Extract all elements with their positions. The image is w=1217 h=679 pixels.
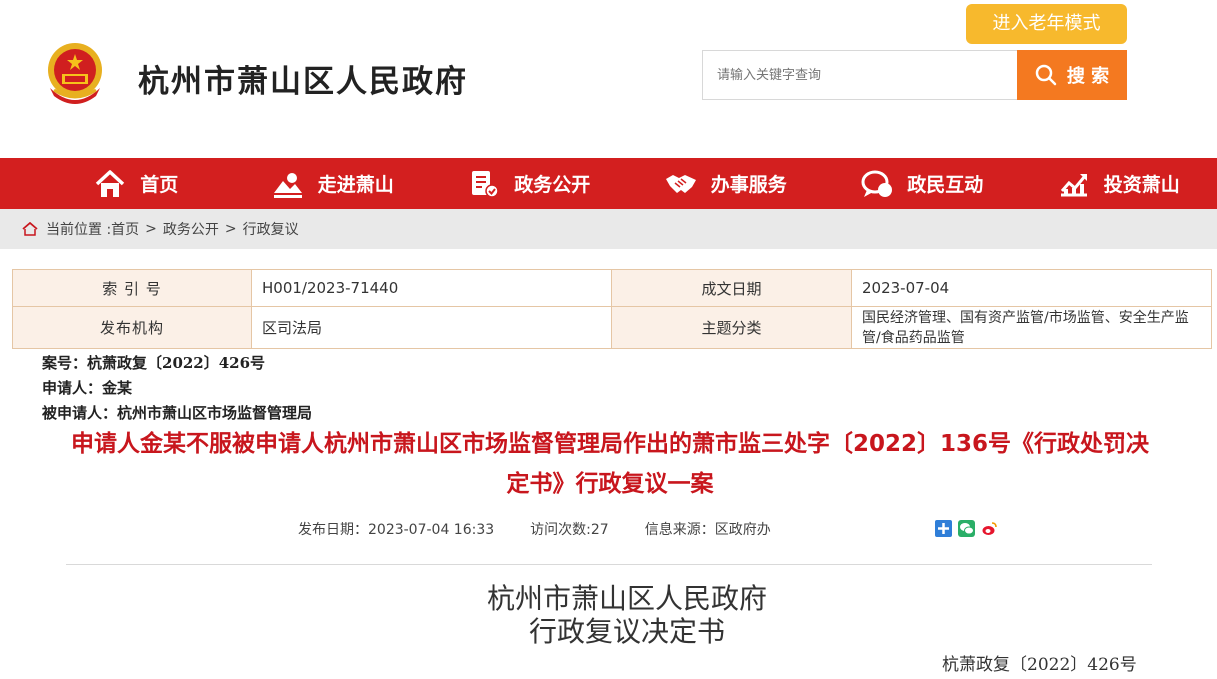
index-label: 索 引 号 bbox=[12, 269, 252, 307]
topic-value: 国民经济管理、国有资产监管/市场监管、安全生产监管/食品药品监管 bbox=[851, 306, 1212, 349]
share-buttons bbox=[935, 520, 998, 537]
weibo-icon[interactable] bbox=[981, 520, 998, 537]
share-more-icon[interactable] bbox=[935, 520, 952, 537]
document-title: 行政复议决定书 bbox=[528, 615, 725, 648]
nav-item-services[interactable]: 办事服务 bbox=[628, 158, 825, 209]
document-check-icon bbox=[472, 170, 499, 198]
breadcrumb-item-gov-info[interactable]: 政务公开 bbox=[163, 219, 219, 239]
case-applicant: 申请人：金某 bbox=[42, 379, 133, 397]
document-heading: 杭州市萧山区人民政府 行政复议决定书 bbox=[300, 582, 954, 648]
publish-info: 发布日期：2023-07-04 16:33 访问次数:27 信息来源：区政府办 bbox=[298, 519, 771, 539]
home-icon bbox=[22, 222, 38, 236]
elder-mode-button[interactable]: 进入老年模式 bbox=[966, 4, 1127, 44]
breadcrumb-item-review[interactable]: 行政复议 bbox=[243, 219, 299, 239]
nav-item-label: 办事服务 bbox=[710, 174, 787, 196]
nav-item-gov-info[interactable]: 政务公开 bbox=[431, 158, 628, 209]
national-emblem-icon bbox=[48, 43, 102, 104]
article-title: 申请人金某不服被申请人杭州市萧山区市场监督管理局作出的萧市监三处字〔2022〕1… bbox=[70, 431, 1150, 497]
site-header: 杭州市萧山区人民政府 进入老年模式 搜 索 bbox=[0, 0, 1217, 158]
wechat-icon[interactable] bbox=[958, 520, 975, 537]
chart-icon bbox=[1060, 173, 1087, 196]
date-label: 成文日期 bbox=[611, 269, 852, 307]
nav-item-label: 政务公开 bbox=[514, 174, 591, 196]
search-input[interactable] bbox=[703, 51, 1018, 99]
topic-label: 主题分类 bbox=[611, 306, 852, 349]
main-nav: 首页 走进萧山 政务公开 办事服务 政民互动 投资萧山 bbox=[0, 158, 1217, 209]
search-button-label: 搜 索 bbox=[1066, 66, 1110, 87]
case-number: 案号：杭萧政复〔2022〕426号 bbox=[42, 354, 266, 372]
case-info: 案号：杭萧政复〔2022〕426号 申请人：金某 被申请人：杭州市萧山区市场监督… bbox=[42, 351, 312, 426]
table-row: 索 引 号 H001/2023-71440 成文日期 2023-07-04 bbox=[12, 269, 1212, 307]
table-row: 发布机构 区司法局 主题分类 国民经济管理、国有资产监管/市场监管、安全生产监管… bbox=[12, 306, 1212, 349]
chat-icon bbox=[861, 170, 893, 197]
nav-item-invest[interactable]: 投资萧山 bbox=[1021, 158, 1217, 209]
nav-item-label: 政民互动 bbox=[907, 174, 984, 196]
breadcrumb-item-home[interactable]: 首页 bbox=[111, 219, 139, 239]
breadcrumb-separator: > bbox=[145, 221, 157, 237]
breadcrumb: 当前位置 : 首页 > 政务公开 > 行政复议 bbox=[0, 209, 1217, 249]
nav-item-home[interactable]: 首页 bbox=[38, 158, 235, 209]
home-icon bbox=[96, 169, 125, 197]
nav-item-label: 投资萧山 bbox=[1103, 174, 1180, 196]
date-value: 2023-07-04 bbox=[851, 269, 1212, 307]
org-label: 发布机构 bbox=[12, 306, 252, 349]
search-icon bbox=[1035, 64, 1057, 86]
search-box bbox=[702, 50, 1018, 100]
breadcrumb-separator: > bbox=[224, 221, 237, 237]
document-number: 杭萧政复〔2022〕426号 bbox=[942, 655, 1137, 675]
handshake-icon bbox=[665, 174, 696, 193]
document-issuer: 杭州市萧山区人民政府 bbox=[486, 582, 767, 615]
search-button[interactable]: 搜 索 bbox=[1017, 50, 1127, 100]
landscape-icon bbox=[273, 172, 302, 198]
nav-item-about[interactable]: 走进萧山 bbox=[235, 158, 432, 209]
breadcrumb-prefix: 当前位置 : bbox=[46, 222, 112, 238]
site-title[interactable]: 杭州市萧山区人民政府 bbox=[138, 56, 468, 101]
visit-count: 访问次数:27 bbox=[530, 522, 609, 538]
nav-item-label: 走进萧山 bbox=[317, 174, 394, 196]
nav-item-label: 首页 bbox=[140, 174, 179, 196]
document-meta-table: 索 引 号 H001/2023-71440 成文日期 2023-07-04 发布… bbox=[12, 269, 1212, 349]
nav-item-interaction[interactable]: 政民互动 bbox=[824, 158, 1021, 209]
case-respondent: 被申请人：杭州市萧山区市场监督管理局 bbox=[42, 404, 313, 422]
info-source: 信息来源：区政府办 bbox=[644, 522, 771, 538]
publish-date: 发布日期：2023-07-04 16:33 bbox=[298, 522, 495, 538]
org-value: 区司法局 bbox=[251, 306, 612, 349]
divider bbox=[66, 564, 1152, 565]
index-value: H001/2023-71440 bbox=[251, 269, 612, 307]
